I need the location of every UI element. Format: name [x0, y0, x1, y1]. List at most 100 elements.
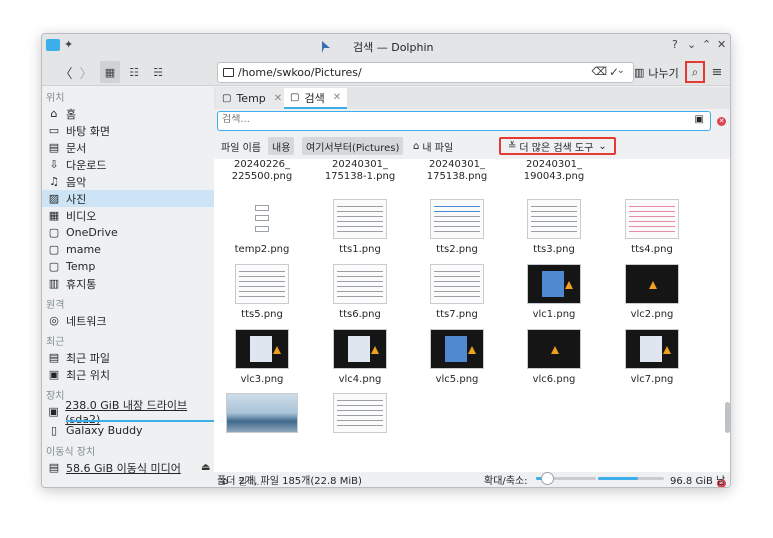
- sidebar-item-onedrive[interactable]: ▢ OneDrive: [42, 224, 214, 241]
- sidebar-item-videos[interactable]: ▦ 비디오: [42, 207, 214, 224]
- folder-app-icon[interactable]: [46, 39, 60, 51]
- sidebar-item-galaxy-buddy[interactable]: ▯ Galaxy Buddy: [42, 422, 214, 439]
- from-here-option[interactable]: 여기서부터(Pictures): [302, 137, 404, 155]
- text-line: [434, 221, 480, 222]
- text-line: [434, 286, 480, 287]
- location-bar[interactable]: /home/swkoo/Pictures/ ⌫ ⌄: [217, 62, 634, 83]
- diagram-node: [255, 226, 269, 232]
- file-name: tts3.png: [533, 244, 575, 255]
- file-item[interactable]: tts3.png: [506, 199, 602, 259]
- file-name: vlc4.png: [338, 374, 382, 385]
- file-item[interactable]: tts7.png: [409, 264, 505, 324]
- file-name: tts5.png: [241, 309, 283, 320]
- zoom-slider[interactable]: [536, 472, 596, 485]
- text-line: [337, 425, 383, 426]
- close-search-icon[interactable]: ✕: [717, 117, 726, 126]
- file-item[interactable]: tts5.png: [214, 264, 310, 324]
- sidebar-item-documents[interactable]: ▤ 문서: [42, 139, 214, 156]
- text-line: [337, 226, 383, 227]
- close-button[interactable]: ✕: [717, 38, 726, 51]
- forward-button[interactable]: 〉: [76, 61, 96, 83]
- sidebar-item-downloads[interactable]: ⇩ 다운로드: [42, 156, 214, 173]
- search-options: 파일 이름 내용 여기서부터(Pictures) ⌂ 내 파일 ≚ 더 많은 검…: [214, 134, 730, 156]
- sidebar-item-recent-locations[interactable]: ▣ 최근 위치: [42, 366, 214, 383]
- sidebar-item-label: 사진: [66, 192, 87, 206]
- sidebar-item-recent-files[interactable]: ▤ 최근 파일: [42, 349, 214, 366]
- file-item[interactable]: [312, 393, 408, 453]
- file-item[interactable]: tts2.png: [409, 199, 505, 259]
- file-item[interactable]: tts6.png: [312, 264, 408, 324]
- more-search-tools-button[interactable]: ≚ 더 많은 검색 도구 ⌄: [499, 137, 616, 155]
- network-icon: ◎: [49, 314, 59, 327]
- back-button[interactable]: 〈: [56, 61, 76, 83]
- your-files-option[interactable]: ⌂ 내 파일: [409, 137, 457, 155]
- tab-label: Temp: [236, 92, 266, 105]
- your-files-label: 내 파일: [422, 142, 454, 154]
- text-line: [337, 211, 383, 212]
- eject-icon[interactable]: ⏏: [201, 462, 210, 473]
- file-name: Screenshot_ 20240226_ 225500.png: [231, 159, 293, 182]
- sidebar-item-temp[interactable]: ▢ Temp: [42, 258, 214, 275]
- hamburger-menu-button[interactable]: ≡: [708, 61, 726, 83]
- content-option[interactable]: 내용: [268, 137, 295, 155]
- sidebar-item-home[interactable]: ⌂ 홈: [42, 105, 214, 122]
- text-line: [239, 286, 285, 287]
- sidebar-item-pictures[interactable]: ▨ 사진: [42, 190, 214, 207]
- text-line: [337, 410, 383, 411]
- file-name: tts1.png: [339, 244, 381, 255]
- compact-view-button[interactable]: ☷: [124, 61, 144, 83]
- help-button[interactable]: ?: [672, 38, 678, 51]
- scrollbar[interactable]: [722, 159, 730, 472]
- tab-search[interactable]: ▢ 검색 ✕: [284, 88, 348, 109]
- scrollbar-thumb[interactable]: [725, 402, 730, 433]
- icons-view-button[interactable]: ▦: [100, 61, 120, 83]
- search-button[interactable]: ⌕: [685, 61, 705, 83]
- file-item[interactable]: vlc1.png: [506, 264, 602, 324]
- file-item[interactable]: vlc4.png: [312, 329, 408, 389]
- download-icon: ⇩: [49, 158, 59, 171]
- search-input[interactable]: [222, 114, 662, 125]
- file-item[interactable]: vlc2.png: [604, 264, 700, 324]
- file-item[interactable]: vlc6.png: [506, 329, 602, 389]
- sidebar-item-network[interactable]: ◎ 네트워크: [42, 312, 214, 329]
- pin-icon[interactable]: ✦: [64, 38, 73, 51]
- file-item[interactable]: tts1.png: [312, 199, 408, 259]
- home-icon: ⌂: [50, 107, 58, 120]
- location-path[interactable]: /home/swkoo/Pictures/: [238, 66, 362, 79]
- clear-location-icon[interactable]: ⌫: [591, 65, 607, 78]
- filename-option[interactable]: 파일 이름: [217, 137, 265, 155]
- sidebar-item-desktop[interactable]: ▭ 바탕 화면: [42, 122, 214, 139]
- save-search-icon[interactable]: ▣: [695, 114, 704, 125]
- file-thumbnail: [430, 199, 484, 239]
- close-tab-icon[interactable]: ✕: [333, 92, 341, 103]
- confirm-location-icon[interactable]: ✓: [606, 61, 622, 83]
- text-line: [337, 271, 383, 272]
- sidebar-item-trash[interactable]: ▥ 휴지통: [42, 275, 214, 292]
- sidebar-item-mame[interactable]: ▢ mame: [42, 241, 214, 258]
- close-tab-icon[interactable]: ✕: [274, 93, 282, 104]
- tab-temp[interactable]: ▢ Temp ✕: [216, 88, 289, 109]
- usb-drive-icon: ▤: [48, 461, 60, 474]
- text-line: [434, 226, 480, 227]
- file-item[interactable]: [214, 393, 310, 453]
- file-item[interactable]: vlc5.png: [409, 329, 505, 389]
- file-item[interactable]: vlc7.png: [604, 329, 700, 389]
- vlc-cone-icon: [551, 346, 559, 354]
- file-name: vlc2.png: [630, 309, 674, 320]
- file-name: vlc3.png: [240, 374, 284, 385]
- sidebar-item-music[interactable]: ♫ 음악: [42, 173, 214, 190]
- file-grid: Screenshot_ 20240226_ 225500.png Screensh…: [214, 159, 722, 472]
- maximize-button[interactable]: ⌃: [702, 38, 711, 51]
- file-thumbnail: [527, 329, 581, 369]
- sidebar-item-removable-media[interactable]: ▤ 58.6 GiB 이동식 미디어: [42, 459, 214, 476]
- file-item[interactable]: vlc3.png: [214, 329, 310, 389]
- zoom-slider-handle[interactable]: [541, 472, 555, 485]
- details-view-button[interactable]: ☵: [148, 61, 168, 83]
- minimize-button[interactable]: ⌄: [687, 38, 696, 51]
- split-button[interactable]: ▥ 나누기: [634, 62, 679, 83]
- text-line: [629, 211, 675, 212]
- file-thumbnail: [333, 264, 387, 304]
- file-item[interactable]: tts4.png: [604, 199, 700, 259]
- sidebar-item-internal-drive[interactable]: ▣ 238.0 GiB 내장 드라이브(sda2): [42, 399, 214, 426]
- file-item[interactable]: temp2.png: [214, 199, 310, 259]
